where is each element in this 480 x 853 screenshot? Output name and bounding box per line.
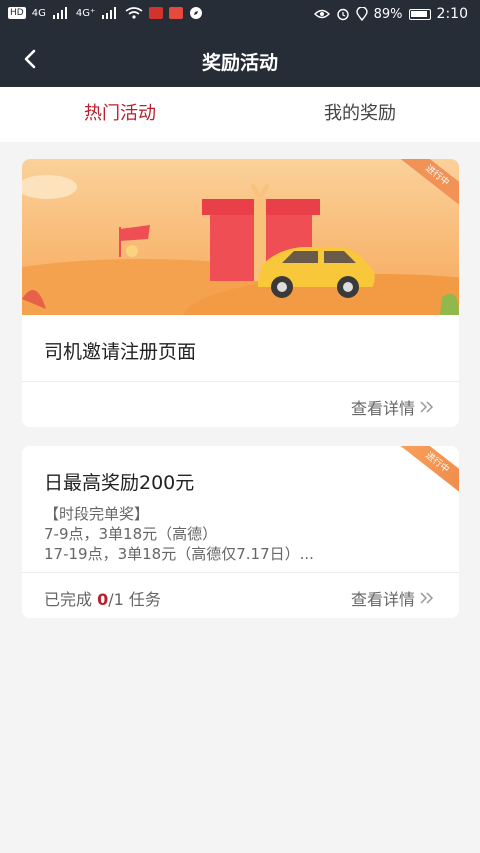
app-header: 奖励活动 — [0, 32, 480, 87]
network-4g-label: 4G — [31, 7, 46, 19]
eye-icon — [313, 9, 330, 19]
progress-prefix: 已完成 — [44, 590, 98, 609]
tab-bar: 热门活动 我的奖励 — [0, 87, 480, 227]
view-details-label: 查看详情 — [350, 590, 415, 609]
alarm-icon — [336, 8, 349, 21]
network-4g-plus-label: 4G⁺ — [75, 7, 96, 19]
card-title: 日最高奖励200元 — [44, 472, 195, 494]
view-details-link[interactable]: 查看详情 — [351, 586, 435, 610]
wifi-icon — [125, 7, 143, 19]
view-details-label: 查看详情 — [350, 399, 415, 418]
battery-icon — [408, 8, 431, 20]
tab-my-rewards[interactable]: 我的奖励 — [240, 87, 480, 142]
signal-icon — [102, 7, 117, 19]
tab-hot-activities[interactable]: 热门活动 — [0, 87, 240, 142]
location-icon — [355, 7, 368, 21]
signal-icon — [52, 7, 67, 19]
description-line: 【时段完单奖】 — [44, 505, 150, 523]
card-divider — [22, 572, 459, 573]
app-notification-icon — [149, 7, 164, 19]
status-bar: HD 4G 4G⁺ 89% 2:10 — [0, 0, 480, 32]
hd-badge: HD — [8, 7, 26, 19]
card-title: 司机邀请注册页面 — [44, 341, 197, 363]
description-line: 17-19点，3单18元（高德仅7.17日）... — [44, 545, 314, 563]
card-divider — [22, 381, 459, 382]
status-right: 89% 2:10 — [313, 6, 468, 22]
clock: 2:10 — [436, 6, 468, 22]
progress-completed-count: 0 — [97, 590, 109, 609]
activity-card[interactable]: 进行中 日最高奖励200元 【时段完单奖】 7-9点，3单18元（高德） 17-… — [22, 446, 459, 618]
double-chevron-right-icon — [420, 592, 434, 604]
task-progress: 已完成 0/1 任务 — [44, 586, 161, 610]
activity-card[interactable]: 进行中 司机邀请注册页面 查看详情 — [22, 159, 459, 427]
double-chevron-right-icon — [420, 401, 434, 413]
progress-suffix: /1 任务 — [108, 590, 161, 609]
page-title: 奖励活动 — [201, 52, 278, 74]
description-line: 7-9点，3单18元（高德） — [44, 525, 218, 543]
battery-percent: 89% — [373, 6, 403, 22]
compass-icon — [190, 7, 203, 19]
status-ribbon: 进行中 — [396, 446, 459, 498]
app-notification-icon — [169, 7, 184, 19]
activity-banner-image — [22, 159, 459, 315]
top-bar: HD 4G 4G⁺ 89% 2:10 奖励活动 — [0, 0, 480, 87]
status-left: HD 4G 4G⁺ — [8, 6, 203, 20]
card-description: 【时段完单奖】 7-9点，3单18元（高德） 17-19点，3单18元（高德仅7… — [44, 504, 314, 564]
view-details-link[interactable]: 查看详情 — [351, 395, 435, 419]
